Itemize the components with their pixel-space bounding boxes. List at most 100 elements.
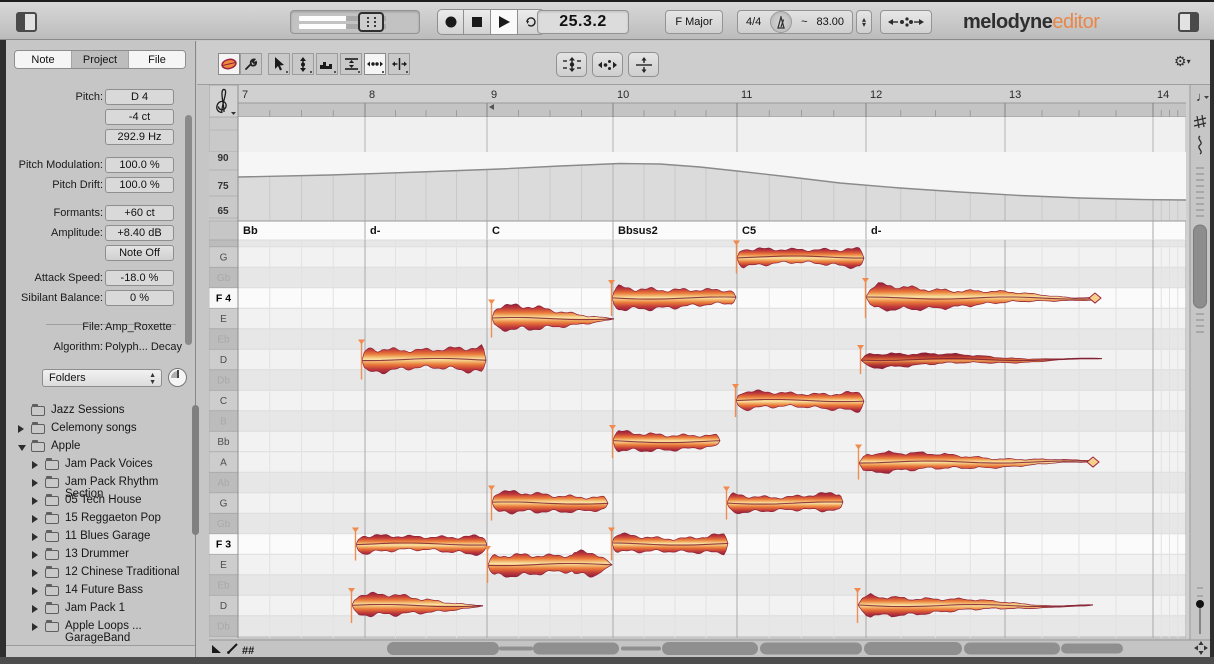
note-assignment-button[interactable] — [880, 10, 932, 34]
inspector-value[interactable]: 292.9 Hz — [105, 129, 174, 145]
sidebar-toggle-right-icon[interactable] — [1178, 12, 1199, 32]
tab-file[interactable]: File — [128, 51, 185, 68]
quantize-time-macro-button[interactable] — [592, 52, 623, 77]
main-tool-button[interactable] — [218, 53, 240, 75]
record-button[interactable] — [437, 9, 464, 35]
tree-item[interactable]: Apple Loops ... GarageBand — [6, 618, 188, 636]
double-hash-icon[interactable]: ## — [242, 645, 254, 657]
sidebar-toggle-left-icon[interactable] — [16, 12, 37, 32]
inspector-value[interactable]: 100.0 % — [105, 177, 174, 193]
chord-label[interactable]: C5 — [742, 225, 756, 237]
time-signature[interactable]: 4/4 — [746, 16, 761, 28]
pitch-ruler-label: Ab — [217, 478, 230, 489]
note-off-button[interactable]: Note Off — [105, 245, 174, 261]
tree-item[interactable]: Celemony songs — [6, 420, 188, 438]
inspector-value[interactable]: D 4 — [105, 89, 174, 105]
folder-name: Celemony songs — [51, 422, 137, 434]
inspector-value[interactable]: 100.0 % — [105, 157, 174, 173]
folder-icon — [31, 406, 45, 416]
timehandle-tool-icon — [392, 58, 407, 70]
slider-handle[interactable] — [358, 12, 384, 32]
tab-project[interactable]: Project — [71, 51, 128, 68]
inspector-row: Formants:+60 ct — [6, 205, 196, 221]
tree-scrollbar[interactable] — [192, 405, 199, 535]
note-editor[interactable]: 7891011121314Bbd-CBbsus2C5d-907565GGbF 4… — [209, 85, 1214, 664]
expand-arrow-icon[interactable] — [32, 605, 38, 613]
tree-item[interactable]: 12 Chinese Traditional — [6, 564, 188, 582]
pitch-ruler-label: Db — [217, 622, 230, 633]
tempo-stepper[interactable]: ▴▾ — [856, 10, 872, 34]
pitch-ruler-label: Eb — [217, 581, 230, 592]
pitch-ruler-label: C — [220, 396, 227, 407]
inspector-value[interactable]: +60 ct — [105, 205, 174, 221]
expand-arrow-icon[interactable] — [32, 551, 38, 559]
wrench-tool-button[interactable] — [240, 53, 262, 75]
tree-item[interactable]: Jam Pack Rhythm Section — [6, 474, 188, 492]
expand-arrow-icon[interactable] — [32, 533, 38, 541]
separate-notes-macro-button[interactable] — [628, 52, 659, 77]
tree-item[interactable]: Jazz Sessions — [6, 402, 188, 420]
note-assignment-icon — [888, 15, 924, 29]
pitch-ruler-cell[interactable] — [209, 240, 238, 247]
inspector-value[interactable]: -4 ct — [105, 109, 174, 125]
inspector-value[interactable]: -18.0 % — [105, 270, 174, 286]
tree-item[interactable]: 14 Future Bass — [6, 582, 188, 600]
monitor-volume-slider[interactable] — [290, 10, 420, 34]
window-bottom-edge — [0, 657, 1214, 664]
arrow-tool-button[interactable] — [268, 53, 290, 75]
key-button[interactable]: F Major — [665, 10, 723, 34]
tree-item[interactable]: Apple — [6, 438, 188, 456]
play-button[interactable] — [491, 9, 518, 35]
chord-label[interactable]: d- — [871, 225, 882, 237]
vertical-zoom-handle[interactable] — [1196, 600, 1204, 608]
tree-item[interactable]: 05 Tech House — [6, 492, 188, 510]
pitch-ruler-label: F 3 — [216, 539, 231, 551]
tempo-value[interactable]: 83.00 — [816, 16, 844, 28]
correct-pitch-icon — [563, 57, 581, 72]
tab-note[interactable]: Note — [15, 51, 71, 68]
correct-pitch-macro-button[interactable] — [556, 52, 587, 77]
browser-filter-knob[interactable] — [168, 368, 187, 387]
expand-arrow-icon[interactable] — [32, 479, 38, 487]
tree-item[interactable]: 13 Drummer — [6, 546, 188, 564]
chord-label[interactable]: Bbsus2 — [618, 225, 658, 237]
tree-item[interactable]: 15 Reggaeton Pop — [6, 510, 188, 528]
expand-arrow-icon[interactable] — [32, 461, 38, 469]
expand-arrow-icon[interactable] — [32, 515, 38, 523]
formant-tool-button[interactable] — [316, 53, 338, 75]
folder-name: Apple — [51, 440, 80, 452]
settings-gear-button[interactable]: ⚙▾ — [1174, 53, 1200, 73]
chord-label[interactable]: C — [492, 225, 500, 237]
collapse-arrow-icon[interactable] — [18, 445, 26, 451]
browser-mode-select[interactable]: Folders ▲▼ — [42, 369, 162, 387]
chord-label[interactable]: Bb — [243, 225, 258, 237]
pitch-tool-button[interactable] — [292, 53, 314, 75]
expand-arrow-icon[interactable] — [32, 497, 38, 505]
select-updown-icon: ▲▼ — [149, 372, 156, 386]
timing-tool-button[interactable] — [364, 53, 386, 75]
folder-name: Jazz Sessions — [51, 404, 125, 416]
amplitude-tool-button[interactable] — [340, 53, 362, 75]
tree-item[interactable]: 11 Blues Garage — [6, 528, 188, 546]
inspector-scrollbar[interactable] — [185, 115, 192, 345]
tempo-cluster[interactable]: 4/4 ~ 83.00 — [737, 10, 853, 34]
pitch-tool-icon — [298, 57, 308, 72]
inspector-value[interactable]: +8.40 dB — [105, 225, 174, 241]
vertical-scrollbar-thumb[interactable] — [1194, 225, 1207, 308]
tree-item[interactable]: Jam Pack 1 — [6, 600, 188, 618]
song-position-display[interactable]: 25.3.2 — [537, 10, 629, 34]
expand-arrow-icon[interactable] — [32, 623, 38, 631]
expand-arrow-icon[interactable] — [32, 569, 38, 577]
timehandle-tool-button[interactable] — [388, 53, 410, 75]
chord-label[interactable]: d- — [370, 225, 381, 237]
inspector-value[interactable]: 0 % — [105, 290, 174, 306]
tempo-scale-label: 65 — [217, 206, 229, 217]
bar-number: 9 — [491, 89, 497, 101]
expand-arrow-icon[interactable] — [32, 587, 38, 595]
expand-arrow-icon[interactable] — [18, 425, 24, 433]
folder-icon — [45, 586, 59, 596]
stop-button[interactable] — [464, 9, 491, 35]
tree-item[interactable]: Jam Pack Voices — [6, 456, 188, 474]
inspector-row: Pitch Modulation:100.0 % — [6, 157, 196, 173]
metronome-icon[interactable] — [770, 11, 792, 33]
